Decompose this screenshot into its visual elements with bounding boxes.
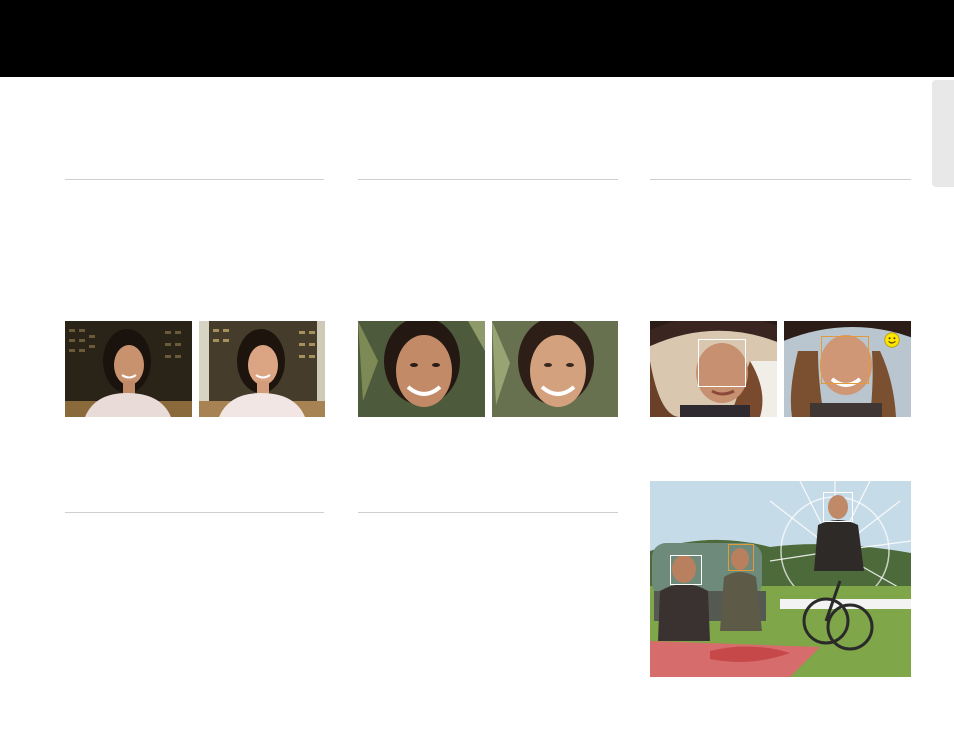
smile-detection-box <box>728 544 754 571</box>
smile-detection-box <box>821 336 869 384</box>
smile-shutter-icon <box>884 332 900 348</box>
face-detection-box <box>670 555 702 585</box>
portrait-woman-closeup-icon <box>358 321 485 417</box>
chapter-side-tab[interactable] <box>932 80 954 187</box>
portrait-woman-closeup-soft-icon <box>492 321 618 417</box>
page-header-bar <box>0 0 954 77</box>
section-divider <box>65 179 324 180</box>
portrait-woman-night-bright-icon <box>199 321 325 417</box>
section-divider <box>358 512 618 513</box>
portrait-woman-night-icon <box>65 321 192 417</box>
face-detection-box <box>698 339 746 387</box>
section-divider <box>358 179 618 180</box>
section-divider <box>650 179 911 180</box>
face-detection-box <box>823 492 853 522</box>
section-divider <box>65 512 324 513</box>
